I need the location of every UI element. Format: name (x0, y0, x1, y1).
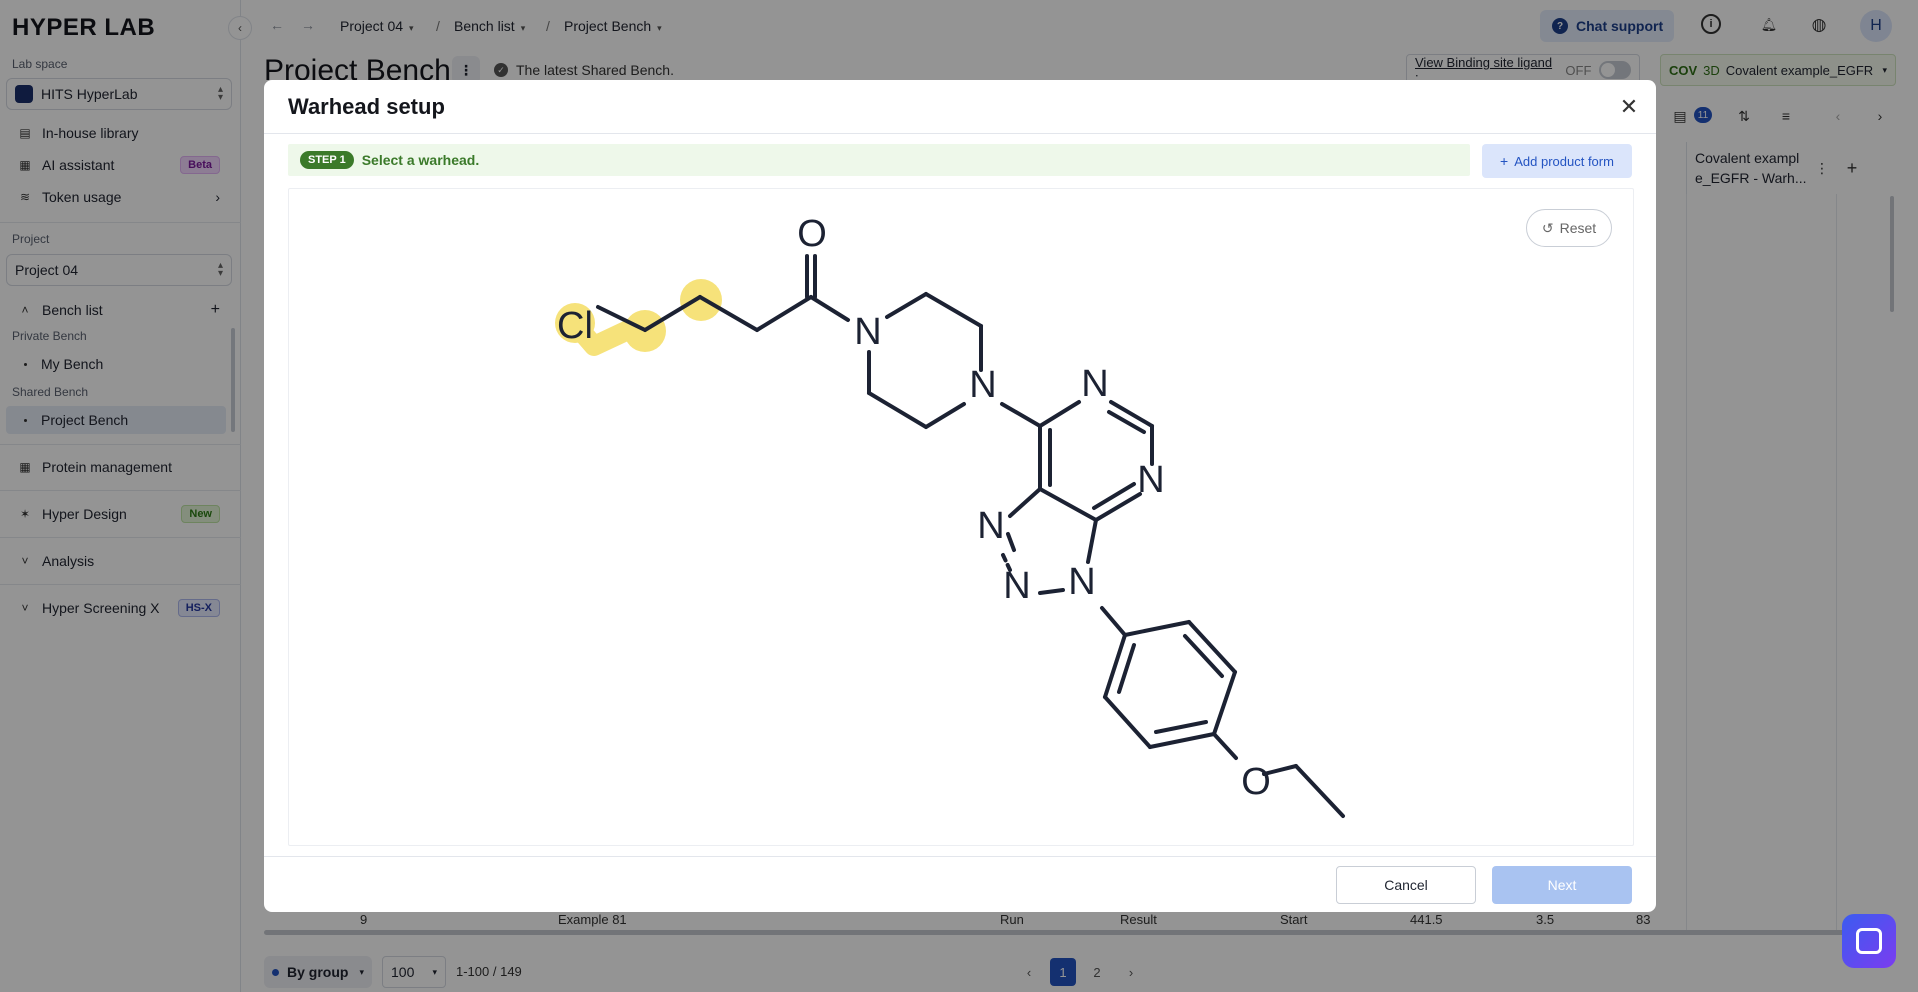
atom-o-ether: O (1241, 761, 1271, 803)
atom-n-piperazine-1: N (854, 311, 881, 353)
atom-n-piperazine-2: N (969, 364, 996, 406)
warhead-setup-dialog: Warhead setup ✕ STEP 1 Select a warhead.… (264, 80, 1656, 912)
atom-n-triazole-2: N (1003, 565, 1030, 607)
atom-n-triazole-1: N (977, 505, 1004, 547)
atom-n-pyrimidine-2: N (1137, 459, 1164, 501)
bond-lines (596, 254, 1345, 818)
assistant-icon (1856, 928, 1882, 954)
atom-o-carbonyl: O (797, 213, 827, 255)
cancel-button[interactable]: Cancel (1336, 866, 1476, 904)
atom-cl: Cl (557, 305, 593, 347)
molecule-structure[interactable]: Cl O N N N N N N N O (264, 80, 1656, 840)
atom-n-pyrimidine-1: N (1081, 363, 1108, 405)
divider (264, 856, 1656, 857)
next-button[interactable]: Next (1492, 866, 1632, 904)
floating-assistant-button[interactable] (1842, 914, 1896, 968)
atom-n-triazole-3: N (1068, 561, 1095, 603)
